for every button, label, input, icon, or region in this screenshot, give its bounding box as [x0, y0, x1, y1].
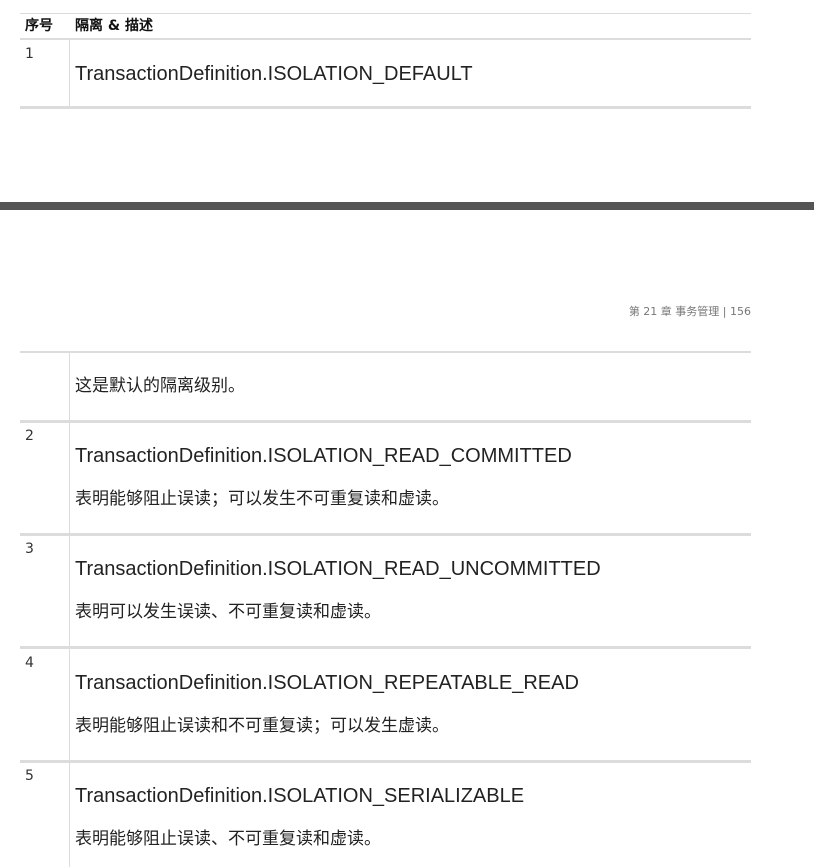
- page-break-divider: [0, 202, 814, 210]
- row-number: 3: [25, 541, 34, 557]
- isolation-constant: TransactionDefinition.ISOLATION_SERIALIZ…: [75, 785, 525, 807]
- isolation-description: 表明可以发生误读、不可重复读和虚读。: [75, 602, 381, 622]
- column-divider: [69, 353, 70, 867]
- table-bottom-border: [20, 106, 751, 109]
- page-header: 第 21 章 事务管理 | 156: [628, 305, 751, 318]
- header-bottom-border: [20, 38, 751, 40]
- isolation-constant: TransactionDefinition.ISOLATION_READ_COM…: [75, 445, 572, 467]
- row-number: 2: [25, 428, 34, 444]
- row-separator: [20, 533, 751, 536]
- table-top-border: [20, 13, 751, 14]
- column-divider: [69, 40, 70, 106]
- isolation-description: 这是默认的隔离级别。: [75, 376, 245, 396]
- isolation-constant: TransactionDefinition.ISOLATION_DEFAULT: [75, 63, 473, 85]
- row-separator: [20, 646, 751, 649]
- isolation-description: 表明能够阻止误读；可以发生不可重复读和虚读。: [75, 489, 449, 509]
- header-col-number: 序号: [25, 18, 53, 34]
- row-separator: [20, 760, 751, 763]
- isolation-constant: TransactionDefinition.ISOLATION_READ_UNC…: [75, 558, 601, 580]
- isolation-description: 表明能够阻止误读、不可重复读和虚读。: [75, 829, 381, 849]
- header-col-description: 隔离 & 描述: [75, 18, 153, 34]
- row-number: 5: [25, 768, 34, 784]
- isolation-description: 表明能够阻止误读和不可重复读；可以发生虚读。: [75, 716, 449, 736]
- row-number: 4: [25, 655, 34, 671]
- row-number: 1: [25, 46, 34, 62]
- row-separator: [20, 420, 751, 423]
- isolation-constant: TransactionDefinition.ISOLATION_REPEATAB…: [75, 672, 579, 694]
- table-top-border: [20, 351, 751, 353]
